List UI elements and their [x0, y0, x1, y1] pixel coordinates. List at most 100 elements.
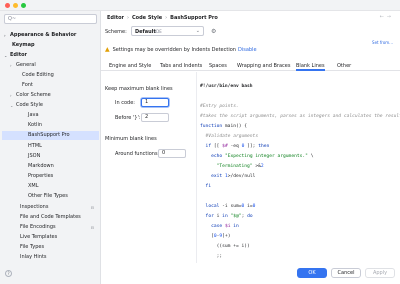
gear-icon[interactable]: ⚙ — [211, 28, 216, 35]
chevron-down-icon[interactable]: ⌄ — [10, 101, 13, 110]
sidebar-item-file-encodings[interactable]: File Encodings ⊟ — [0, 223, 100, 232]
sidebar-item-label: Editor — [10, 52, 27, 58]
sidebar-item-label: JSON — [28, 153, 41, 159]
history-navigation: ←→ — [380, 14, 394, 20]
sidebar-item-inspections[interactable]: Inspections ⊟ — [0, 203, 100, 212]
sidebar-item-label: XML — [28, 183, 39, 189]
sidebar-item-label: Markdown — [28, 163, 54, 169]
code-style-tabs: Engine and Style Tabs and Indents Spaces… — [101, 62, 400, 71]
sidebar-item-json[interactable]: JSON — [0, 152, 100, 161]
sidebar-item-inlay-hints[interactable]: Inlay Hints — [0, 253, 100, 262]
sidebar-item-editor[interactable]: ⌄ Editor — [0, 51, 100, 60]
sidebar-item-file-types[interactable]: File Types — [0, 243, 100, 252]
tab-tabs-and-indents[interactable]: Tabs and Indents — [160, 62, 202, 71]
settings-sidebar: Q~ › Appearance & Behavior Keymap ⌄ Editor › G… — [0, 11, 101, 284]
code-line: local -i sum=0 i=0 — [205, 204, 256, 209]
sidebar-item-label: File Types — [20, 244, 45, 250]
cancel-button[interactable]: Cancel — [331, 268, 361, 278]
chevron-down-icon: ⌄ — [195, 28, 200, 34]
help-icon[interactable]: ? — [5, 270, 12, 277]
scheme-value: Default — [135, 29, 156, 35]
sidebar-item-label: Inlay Hints — [20, 254, 47, 260]
sidebar-item-live-templates[interactable]: Live Templates — [0, 233, 100, 242]
indent-detection-warning: ▲ Settings may be overridden by Indents D… — [105, 45, 396, 55]
chevron-right-icon[interactable]: › — [4, 31, 6, 40]
sidebar-item-markdown[interactable]: Markdown — [0, 162, 100, 171]
sidebar-item-font[interactable]: Font — [0, 81, 100, 90]
tab-other[interactable]: Other — [337, 62, 351, 71]
code-line: "Terminating" >&2 — [216, 164, 264, 169]
sidebar-item-general[interactable]: › General — [0, 61, 100, 70]
in-code-field[interactable]: 1 — [141, 98, 169, 107]
code-line: ;; — [200, 254, 223, 259]
code-line: case $i in — [211, 224, 239, 229]
code-preview-editor[interactable]: #!/usr/bin/env bash #Entry points. #takes … — [196, 72, 400, 277]
sidebar-item-java[interactable]: Java — [0, 111, 100, 120]
around-functions-label: Around functions: — [115, 151, 160, 157]
back-arrow-icon[interactable]: ← — [380, 14, 387, 20]
code-line: for i in "$@"; do — [205, 214, 253, 219]
sidebar-item-file-and-code-templates[interactable]: File and Code Templates — [0, 213, 100, 222]
sidebar-item-code-editing[interactable]: Code Editing — [0, 71, 100, 80]
chevron-right-icon[interactable]: › — [10, 61, 12, 70]
code-line: fi — [205, 184, 212, 189]
code-line: #Entry points. — [200, 104, 239, 109]
sidebar-item-label: File Encodings — [20, 224, 56, 230]
sidebar-item-html[interactable]: HTML — [0, 142, 100, 151]
code-line: #Validate arguments — [200, 134, 259, 139]
blank-lines-options: Keep maximum blank lines In code: 1 Befo… — [101, 72, 195, 284]
tab-spaces[interactable]: Spaces — [209, 62, 227, 71]
tab-blank-lines[interactable]: Blank Lines — [296, 62, 325, 71]
sidebar-item-label: Java — [28, 112, 39, 118]
apply-button[interactable]: Apply — [365, 268, 395, 278]
forward-arrow-icon[interactable]: → — [387, 14, 394, 20]
sidebar-item-appearance-behavior[interactable]: › Appearance & Behavior — [0, 31, 100, 40]
before-brace-label: Before '}': — [115, 115, 141, 121]
code-line: [0-9]+) — [200, 234, 231, 239]
before-brace-field[interactable]: 2 — [141, 113, 169, 122]
breadcrumb-code-style[interactable]: Code Style — [132, 15, 162, 21]
ok-button[interactable]: OK — [297, 268, 327, 278]
sidebar-item-label: BashSupport Pro — [28, 132, 70, 138]
breadcrumb-editor[interactable]: Editor — [107, 15, 124, 21]
search-icon: Q~ — [8, 16, 17, 22]
minimum-blank-lines-header: Minimum blank lines — [105, 136, 157, 142]
code-line: echo "Expecting integer arguments." \ — [211, 154, 314, 159]
sidebar-item-label: Keymap — [12, 42, 35, 48]
warning-icon: ▲ — [105, 46, 110, 53]
scheme-tag: IDE — [155, 29, 162, 34]
disable-link[interactable]: Disable — [238, 47, 257, 53]
sidebar-item-label: Font — [22, 82, 33, 88]
sidebar-item-bashsupport-pro[interactable]: BashSupport Pro — [2, 131, 99, 140]
chevron-right-icon[interactable]: › — [10, 91, 12, 100]
sidebar-item-label: File and Code Templates — [20, 214, 81, 220]
sidebar-item-keymap[interactable]: Keymap — [0, 41, 100, 50]
sidebar-item-other-file-types[interactable]: Other File Types — [0, 192, 100, 201]
in-code-label: In code: — [115, 100, 135, 106]
sidebar-item-label: Code Style — [16, 102, 43, 108]
sidebar-item-label: Code Editing — [22, 72, 54, 78]
tab-wrapping-and-braces[interactable]: Wrapping and Braces — [237, 62, 290, 71]
sidebar-item-kotlin[interactable]: Kotlin — [0, 121, 100, 130]
sidebar-item-label: Appearance & Behavior — [10, 32, 77, 38]
minimize-window-button[interactable] — [13, 3, 18, 8]
sidebar-item-code-style[interactable]: ⌄ Code Style — [0, 101, 100, 110]
maximize-window-button[interactable] — [21, 3, 26, 8]
sidebar-item-label: Color Scheme — [16, 92, 51, 98]
settings-search-input[interactable]: Q~ — [4, 14, 97, 24]
sidebar-item-color-scheme[interactable]: › Color Scheme — [0, 91, 100, 100]
sidebar-item-label: HTML — [28, 143, 42, 149]
keep-max-blank-lines-header: Keep maximum blank lines — [105, 86, 173, 92]
around-functions-field[interactable]: 0 — [158, 149, 186, 158]
close-window-button[interactable] — [5, 3, 10, 8]
sidebar-item-xml[interactable]: XML — [0, 182, 100, 191]
sidebar-item-label: Live Templates — [20, 234, 58, 240]
code-line: exit 1>/dev/null — [211, 174, 256, 179]
sidebar-item-label: Properties — [28, 173, 54, 179]
chevron-down-icon[interactable]: ⌄ — [4, 51, 7, 60]
code-line: if [[ $# -eq 0 ]]; then — [205, 144, 270, 149]
sidebar-item-properties[interactable]: Properties — [0, 172, 100, 181]
scheme-dropdown[interactable]: Default IDE ⌄ — [131, 26, 204, 36]
settings-main-panel: Editor › Code Style › BashSupport Pro ←→ Sch… — [101, 11, 400, 284]
tab-engine-and-style[interactable]: Engine and Style — [109, 62, 151, 71]
